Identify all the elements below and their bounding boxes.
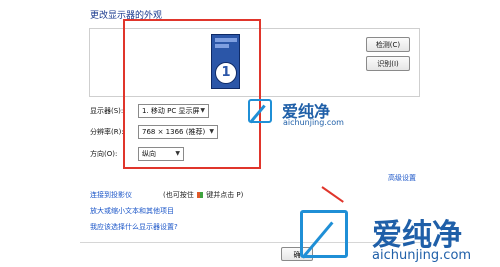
display-help-link[interactable]: 我应该选择什么显示器设置? [90, 222, 178, 232]
display-label: 显示器(S): [90, 107, 124, 115]
detect-button[interactable]: 检测(C) [366, 37, 410, 52]
resolution-label: 分辨率(R): [90, 128, 124, 136]
watermark-url: aichunjing.com [283, 118, 344, 127]
advanced-settings-link[interactable]: 高级设置 [388, 173, 416, 183]
projector-shortcut-hint: (也可按住 键并点击 P) [163, 190, 243, 200]
watermark-logo-icon [248, 99, 272, 123]
text-size-link[interactable]: 放大或缩小文本和其他项目 [90, 206, 174, 216]
projector-hint-part-a: (也可按住 [163, 191, 194, 199]
identify-button[interactable]: 识别(I) [366, 56, 410, 71]
projector-hint-part-b: 键并点击 P) [206, 191, 244, 199]
windows-key-icon [196, 192, 203, 198]
annotation-highlight-box [123, 19, 261, 169]
connect-projector-link[interactable]: 连接到投影仪 [90, 190, 132, 200]
footer-divider [80, 242, 420, 243]
watermark-url: aichunjing.com [372, 248, 472, 263]
watermark-logo-icon [300, 210, 348, 258]
annotation-arrow [321, 186, 344, 203]
orientation-label: 方向(O): [90, 150, 118, 158]
